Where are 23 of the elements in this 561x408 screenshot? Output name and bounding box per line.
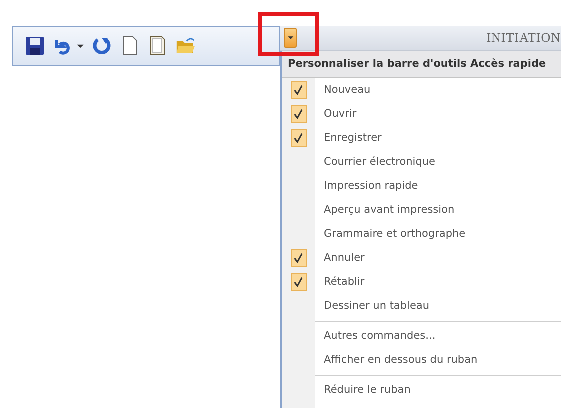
menu-item[interactable]: Réduire le ruban xyxy=(282,378,561,402)
menu-item[interactable]: Ouvrir xyxy=(282,102,561,126)
menu-title: Personnaliser la barre d'outils Accès rapide xyxy=(282,51,561,78)
caret-icon[interactable] xyxy=(77,44,84,48)
menu-item[interactable]: Annuler xyxy=(282,246,561,270)
menu-item[interactable]: Aperçu avant impression xyxy=(282,198,561,222)
menu-item[interactable]: Courrier électronique xyxy=(282,150,561,174)
menu-item[interactable]: Enregistrer xyxy=(282,126,561,150)
menu-item[interactable]: Autres commandes... xyxy=(282,324,561,348)
caret-icon xyxy=(288,36,294,40)
menu-item[interactable]: Rétablir xyxy=(282,270,561,294)
customize-dropdown-button[interactable] xyxy=(284,28,297,48)
menu-item[interactable]: Afficher en dessous du ruban xyxy=(282,348,561,372)
document-icon[interactable] xyxy=(148,36,168,56)
menu-item[interactable]: Nouveau xyxy=(282,78,561,102)
menu-item[interactable]: Impression rapide xyxy=(282,174,561,198)
folder-icon[interactable] xyxy=(176,36,196,56)
window-title: INITIATION xyxy=(486,30,561,46)
save-icon[interactable] xyxy=(25,36,45,56)
redo-icon[interactable] xyxy=(92,36,112,56)
menu-item[interactable]: Grammaire et orthographe xyxy=(282,222,561,246)
menu-item[interactable]: Dessiner un tableau xyxy=(282,294,561,318)
highlight-frame xyxy=(258,12,319,56)
